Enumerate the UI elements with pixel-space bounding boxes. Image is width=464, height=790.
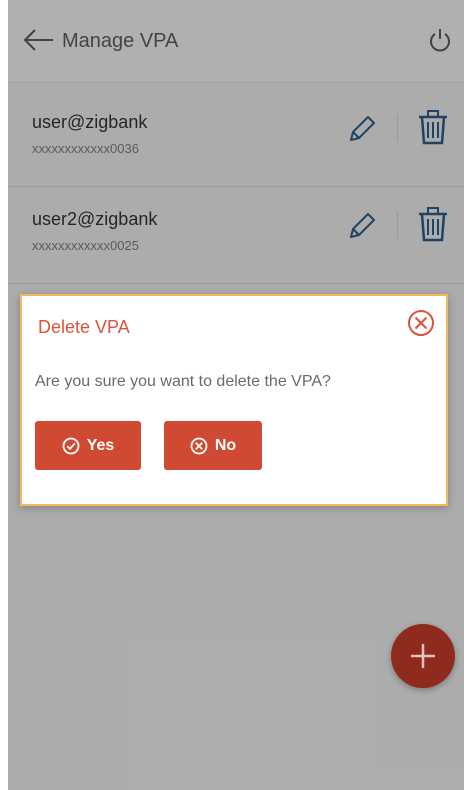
dialog-close-button[interactable] (406, 308, 436, 338)
yes-button[interactable]: Yes (35, 421, 141, 470)
dialog-title: Delete VPA (38, 317, 130, 337)
delete-vpa-dialog: Delete VPA Are you sure you want to dele… (20, 294, 448, 506)
no-button-label: No (214, 436, 237, 454)
x-circle-icon (190, 437, 208, 454)
dialog-message: Are you sure you want to delete the VPA? (35, 373, 331, 390)
add-vpa-button[interactable] (391, 624, 455, 688)
yes-button-label: Yes (86, 436, 115, 454)
plus-icon (411, 644, 435, 668)
app-screen: Manage VPA user@zigbank xxxxxxxxxxxx0036 (8, 0, 464, 790)
check-circle-icon (62, 437, 80, 454)
close-circle-icon (408, 310, 434, 336)
no-button[interactable]: No (164, 421, 262, 470)
